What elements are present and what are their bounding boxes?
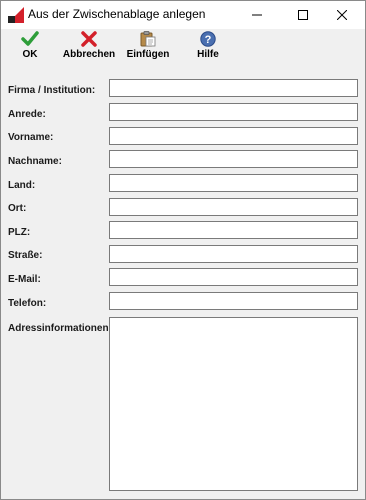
cancel-label: Abbrechen: [62, 49, 116, 60]
email-label: E-Mail:: [8, 274, 41, 285]
company-field[interactable]: [109, 79, 358, 97]
help-button[interactable]: ? Hilfe: [191, 31, 225, 67]
city-field[interactable]: [109, 198, 358, 216]
toolbar: OK Abbrechen Einfügen ? Hilfe: [1, 29, 365, 69]
paste-button[interactable]: Einfügen: [126, 31, 170, 67]
postal-code-label: PLZ:: [8, 227, 31, 238]
country-field[interactable]: [109, 174, 358, 192]
salutation-field[interactable]: [109, 103, 358, 121]
first-name-label: Vorname:: [8, 132, 54, 143]
ok-label: OK: [22, 49, 38, 60]
phone-label: Telefon:: [8, 298, 47, 309]
app-icon: [8, 7, 24, 23]
address-info-label: Adressinformationen:: [8, 323, 112, 334]
maximize-icon: [298, 10, 308, 20]
street-field[interactable]: [109, 245, 358, 263]
svg-text:?: ?: [205, 34, 212, 46]
help-label: Hilfe: [197, 49, 219, 60]
postal-code-field[interactable]: [109, 221, 358, 239]
last-name-label: Nachname:: [8, 156, 62, 167]
salutation-label: Anrede:: [8, 109, 46, 120]
clipboard-paste-icon: [140, 31, 156, 47]
close-button[interactable]: [319, 1, 365, 29]
country-label: Land:: [8, 180, 36, 191]
cancel-button[interactable]: Abbrechen: [62, 31, 116, 67]
phone-field[interactable]: [109, 292, 358, 310]
first-name-field[interactable]: [109, 127, 358, 145]
ok-button[interactable]: OK: [13, 31, 47, 67]
city-label: Ort:: [8, 203, 27, 214]
help-icon: ?: [200, 31, 216, 47]
minimize-icon: [252, 14, 262, 16]
minimize-button[interactable]: [234, 1, 280, 29]
street-label: Straße:: [8, 250, 43, 261]
address-form: Firma / Institution: Anrede: Vorname: Na…: [1, 69, 365, 499]
paste-label: Einfügen: [126, 49, 170, 60]
close-icon: [337, 10, 347, 20]
checkmark-icon: [21, 31, 39, 46]
red-x-icon: [81, 31, 97, 47]
email-field[interactable]: [109, 268, 358, 286]
window-title: Aus der Zwischenablage anlegen: [28, 7, 206, 21]
title-bar[interactable]: Aus der Zwischenablage anlegen: [1, 1, 365, 29]
company-label: Firma / Institution:: [8, 85, 96, 96]
address-info-textarea[interactable]: [109, 317, 358, 491]
last-name-field[interactable]: [109, 150, 358, 168]
dialog-window: Aus der Zwischenablage anlegen OK Abbrec…: [0, 0, 366, 500]
